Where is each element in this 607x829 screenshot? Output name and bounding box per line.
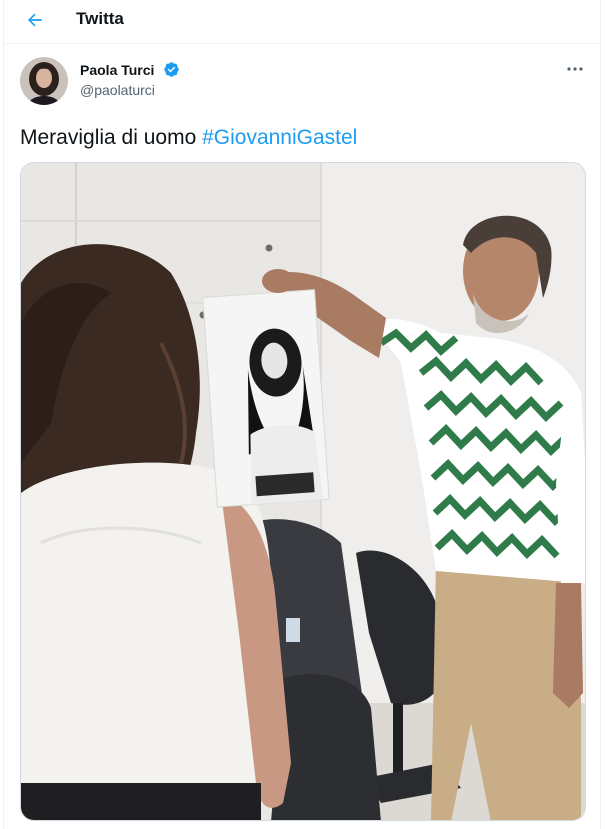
- hashtag-link[interactable]: #GiovanniGastel: [202, 126, 357, 149]
- more-options-button[interactable]: [564, 60, 586, 78]
- arrow-left-icon: [28, 13, 42, 27]
- back-button[interactable]: [18, 5, 52, 35]
- page-title: Twitta: [76, 9, 124, 28]
- author-name[interactable]: Paola Turci: [80, 62, 154, 78]
- more-horizontal-icon: [567, 67, 583, 71]
- verified-badge-icon: [163, 61, 180, 78]
- tweet-detail-panel: Twitta Paola Turci @paolaturci Meravigli…: [3, 0, 601, 829]
- tweet-photo[interactable]: [20, 162, 586, 821]
- avatar[interactable]: [20, 57, 68, 105]
- author-handle[interactable]: @paolaturci: [80, 82, 155, 98]
- top-bar: Twitta: [4, 0, 600, 44]
- tweet-text: Meraviglia di uomo #GiovanniGastel: [20, 124, 357, 152]
- tweet-body-text: Meraviglia di uomo: [20, 126, 203, 149]
